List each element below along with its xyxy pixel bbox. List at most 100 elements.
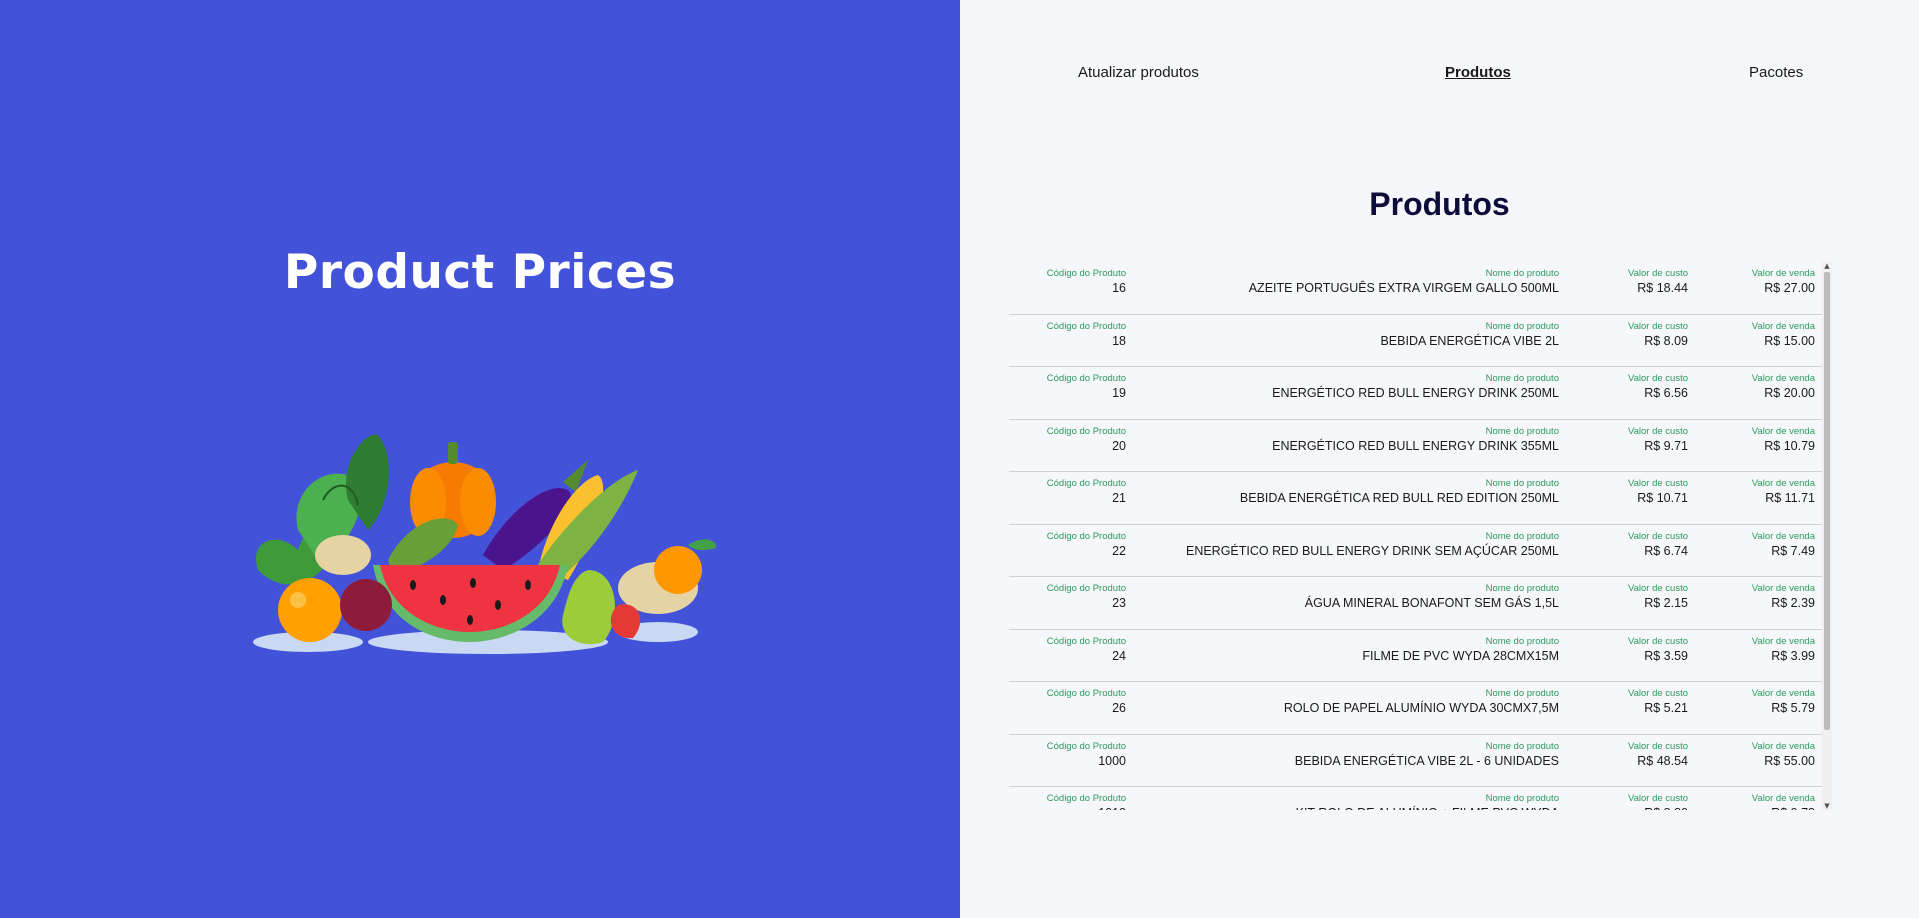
- cell-label-sale: Valor de venda: [1751, 373, 1815, 384]
- cell-code: Código do Produto1010: [1047, 793, 1126, 810]
- cell-label-name: Nome do produto: [1485, 373, 1559, 384]
- table-row[interactable]: Código do Produto 23 Nome do produto ÁGUA M…: [1009, 577, 1822, 630]
- products-table[interactable]: Código do Produto 16 Nome do produto AZEITE…: [1009, 262, 1832, 810]
- cell-value-name: ROLO DE PAPEL ALUMÍNIO WYDA 30CMX7,5M: [1283, 701, 1559, 715]
- table-row[interactable]: Código do Produto 26 Nome do produto ROLO D…: [1009, 682, 1822, 735]
- cell-label-code: Código do Produto: [1046, 583, 1126, 594]
- cell-value-name: KIT ROLO DE ALUMÍNIO + FILME PVC WYDA: [1296, 805, 1559, 810]
- cell-value-cost: R$ 18.44: [1637, 281, 1688, 295]
- cell-value-name: ENERGÉTICO RED BULL ENERGY DRINK 250ML: [1272, 386, 1559, 400]
- cell-sale: Valor de venda R$ 55.00: [1752, 741, 1815, 770]
- cell-label-name: Nome do produto: [1485, 425, 1559, 437]
- table-row[interactable]: Código do Produto1010 Nome do produtoKIT …: [1009, 787, 1822, 810]
- cell-label-cost: Valor de custo: [1627, 268, 1688, 279]
- scrollbar[interactable]: ▲ ▼: [1822, 262, 1832, 810]
- cell-label-sale: Valor de venda: [1751, 793, 1815, 804]
- cell-value-name: BEBIDA ENERGÉTICA RED BULL RED EDITION 2…: [1239, 491, 1559, 505]
- scroll-thumb[interactable]: [1824, 272, 1830, 730]
- cell-label-cost: Valor de custo: [1627, 635, 1688, 647]
- cell-value-code: 16: [1112, 281, 1126, 295]
- cell-name: Nome do produto ENERGÉTICO RED BULL ENERG…: [1272, 426, 1559, 455]
- cell-label-cost: Valor de custo: [1627, 478, 1688, 489]
- cell-value-name: FILME DE PVC WYDA 28CMX15M: [1362, 648, 1559, 663]
- table-row[interactable]: Código do Produto 20 Nome do produto ENERGÉ…: [1009, 420, 1822, 472]
- cell-label-sale: Valor de venda: [1751, 635, 1815, 647]
- cell-code: Código do Produto 16: [1047, 268, 1126, 297]
- cell-value-sale: R$ 27.00: [1764, 281, 1815, 295]
- cell-label-name: Nome do produto: [1485, 530, 1559, 542]
- cell-value-cost: R$ 9.71: [1644, 438, 1688, 453]
- cell-value-cost: R$ 3.59: [1644, 648, 1688, 663]
- cell-cost: Valor de custo R$ 6.74: [1628, 531, 1688, 560]
- cell-label-name: Nome do produto: [1485, 583, 1559, 594]
- nav-link-pacotes[interactable]: Pacotes: [1749, 64, 1803, 81]
- cell-label-cost: Valor de custo: [1627, 793, 1688, 804]
- cell-label-sale: Valor de venda: [1751, 688, 1815, 699]
- cell-label-sale: Valor de venda: [1751, 583, 1815, 594]
- cell-value-code: 21: [1112, 491, 1126, 505]
- table-row[interactable]: Código do Produto 21 Nome do produto BEBIDA…: [1009, 472, 1822, 525]
- cell-code: Código do Produto 19: [1047, 373, 1126, 402]
- cell-name: Nome do produto BEBIDA ENERGÉTICA VIBE 2L: [1380, 321, 1559, 350]
- cell-label-cost: Valor de custo: [1627, 688, 1688, 699]
- cell-name: Nome do produto BEBIDA ENERGÉTICA VIBE 2L…: [1295, 741, 1559, 770]
- table-row[interactable]: Código do Produto 18 Nome do produto BEBIDA…: [1009, 315, 1822, 367]
- cell-value-cost: R$ 2.15: [1644, 596, 1688, 610]
- cell-value-sale: R$ 20.00: [1764, 386, 1815, 400]
- table-row[interactable]: Código do Produto 1000 Nome do produto BEBI…: [1009, 735, 1822, 787]
- table-row[interactable]: Código do Produto 19 Nome do produto ENERGÉ…: [1009, 367, 1822, 420]
- cell-sale: Valor de venda R$ 20.00: [1752, 373, 1815, 402]
- scroll-up-arrow-icon[interactable]: ▲: [1822, 262, 1832, 270]
- cell-sale: Valor de venda R$ 27.00: [1752, 268, 1815, 297]
- cell-value-code: 22: [1112, 543, 1126, 558]
- nav-link-produtos[interactable]: Produtos: [1445, 64, 1511, 81]
- cell-label-cost: Valor de custo: [1627, 530, 1688, 542]
- cell-label-sale: Valor de venda: [1751, 478, 1815, 489]
- cell-value-name: ÁGUA MINERAL BONAFONT SEM GÁS 1,5L: [1304, 596, 1559, 610]
- cell-value-code: 1000: [1098, 753, 1126, 768]
- cell-value-cost: R$ 6.74: [1644, 543, 1688, 558]
- cell-label-name: Nome do produto: [1485, 635, 1559, 647]
- cell-value-sale: R$ 9.78: [1752, 805, 1815, 810]
- cell-value-cost: R$ 8.09: [1644, 333, 1688, 348]
- cell-label-sale: Valor de venda: [1751, 530, 1815, 542]
- hero-panel: Product Prices: [0, 0, 960, 918]
- products-list: Código do Produto 16 Nome do produto AZEITE…: [1009, 262, 1822, 810]
- table-row[interactable]: Código do Produto 22 Nome do produto ENERGÉ…: [1009, 525, 1822, 577]
- cell-value-code: 23: [1112, 596, 1126, 610]
- cell-sale: Valor de venda R$ 7.49: [1752, 531, 1815, 560]
- cell-value-sale: R$ 10.79: [1764, 438, 1815, 453]
- cell-cost: Valor de custo R$ 8.09: [1628, 321, 1688, 350]
- table-row[interactable]: Código do Produto 16 Nome do produto AZEITE…: [1009, 262, 1822, 315]
- cell-code: Código do Produto 24: [1047, 636, 1126, 665]
- cell-cost: Valor de custo R$ 5.21: [1628, 688, 1688, 717]
- cell-label-code: Código do Produto: [1046, 688, 1126, 699]
- cell-label-code: Código do Produto: [1046, 373, 1126, 384]
- cell-label-code: Código do Produto: [1046, 425, 1126, 437]
- cell-value-code: 18: [1112, 333, 1126, 348]
- cell-value-name: BEBIDA ENERGÉTICA VIBE 2L - 6 UNIDADES: [1294, 753, 1559, 768]
- cell-cost: Valor de custo R$ 18.44: [1628, 268, 1688, 297]
- cell-sale: Valor de venda R$ 15.00: [1752, 321, 1815, 350]
- cell-name: Nome do produto ROLO DE PAPEL ALUMÍNIO WY…: [1284, 688, 1559, 717]
- cell-value-sale: R$ 11.71: [1765, 491, 1815, 505]
- table-row[interactable]: Código do Produto 24 Nome do produto FILME …: [1009, 630, 1822, 682]
- cell-label-cost: Valor de custo: [1627, 320, 1688, 332]
- scroll-down-arrow-icon[interactable]: ▼: [1822, 802, 1832, 810]
- cell-value-sale: R$ 3.99: [1771, 648, 1815, 663]
- cell-value-sale: R$ 7.49: [1771, 543, 1815, 558]
- cell-value-code: 20: [1112, 438, 1126, 453]
- cell-value-name: AZEITE PORTUGUÊS EXTRA VIRGEM GALLO 500M…: [1248, 281, 1559, 295]
- cell-label-code: Código do Produto: [1046, 740, 1126, 752]
- top-nav: Atualizar produtos Produtos Pacotes: [960, 64, 1919, 88]
- cell-code: Código do Produto 26: [1047, 688, 1126, 717]
- cell-label-name: Nome do produto: [1485, 740, 1559, 752]
- cell-sale: Valor de venda R$ 2.39: [1752, 583, 1815, 612]
- cell-value-cost: R$ 8.80: [1628, 805, 1688, 810]
- cell-code: Código do Produto 18: [1047, 321, 1126, 350]
- nav-link-atualizar-produtos[interactable]: Atualizar produtos: [1078, 64, 1199, 81]
- cell-cost: Valor de custo R$ 9.71: [1628, 426, 1688, 455]
- cell-sale: Valor de venda R$ 5.79: [1752, 688, 1815, 717]
- cell-label-code: Código do Produto: [1046, 530, 1126, 542]
- cell-value-code: 24: [1112, 648, 1126, 663]
